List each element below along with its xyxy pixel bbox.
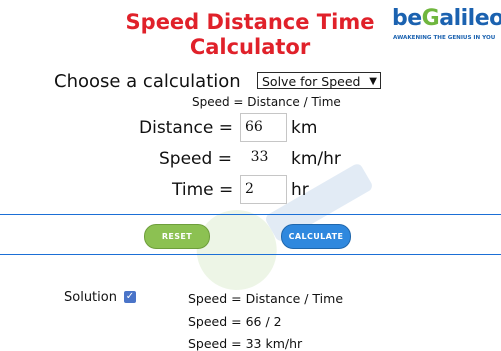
- solution-line-2: Speed = 66 / 2: [188, 314, 282, 329]
- page-title: Speed Distance Time Calculator: [100, 10, 400, 60]
- solution-line-1: Speed = Distance / Time: [188, 291, 344, 306]
- top-divider: [0, 214, 501, 215]
- speed-label: Speed =: [159, 149, 232, 169]
- title-line-2: Calculator: [189, 35, 311, 59]
- time-input[interactable]: 2: [240, 175, 287, 204]
- distance-input[interactable]: 66: [240, 113, 287, 142]
- solution-checkbox[interactable]: ✓: [124, 291, 136, 303]
- logo-g: G: [421, 6, 440, 31]
- logo-be: be: [392, 6, 422, 31]
- reset-button[interactable]: RESET: [144, 224, 210, 249]
- logo-wordmark: beGalileo: [392, 6, 501, 31]
- distance-label: Distance =: [139, 118, 233, 138]
- choose-calculation-label: Choose a calculation: [54, 71, 241, 92]
- solution-label: Solution: [64, 290, 117, 305]
- calculate-button[interactable]: CALCULATE: [281, 224, 351, 249]
- calculation-select-value: Solve for Speed: [262, 74, 361, 89]
- time-unit: hr: [291, 180, 309, 200]
- calculation-select[interactable]: Solve for Speed ▼: [257, 72, 381, 89]
- speed-output: 33: [236, 144, 283, 173]
- time-label: Time =: [172, 180, 234, 200]
- speed-unit: km/hr: [291, 149, 341, 169]
- bottom-divider: [0, 254, 501, 255]
- title-line-1: Speed Distance Time: [125, 10, 375, 34]
- logo-rest: alileo: [439, 6, 501, 31]
- logo-tagline: AWAKENING THE GENIUS IN YOU: [393, 35, 496, 41]
- solution-line-3: Speed = 33 km/hr: [188, 336, 303, 351]
- distance-unit: km: [291, 118, 318, 138]
- dropdown-arrow-icon: ▼: [369, 76, 377, 87]
- formula-text: Speed = Distance / Time: [192, 95, 341, 109]
- begalileo-logo: beGalileo AWAKENING THE GENIUS IN YOU: [392, 6, 501, 46]
